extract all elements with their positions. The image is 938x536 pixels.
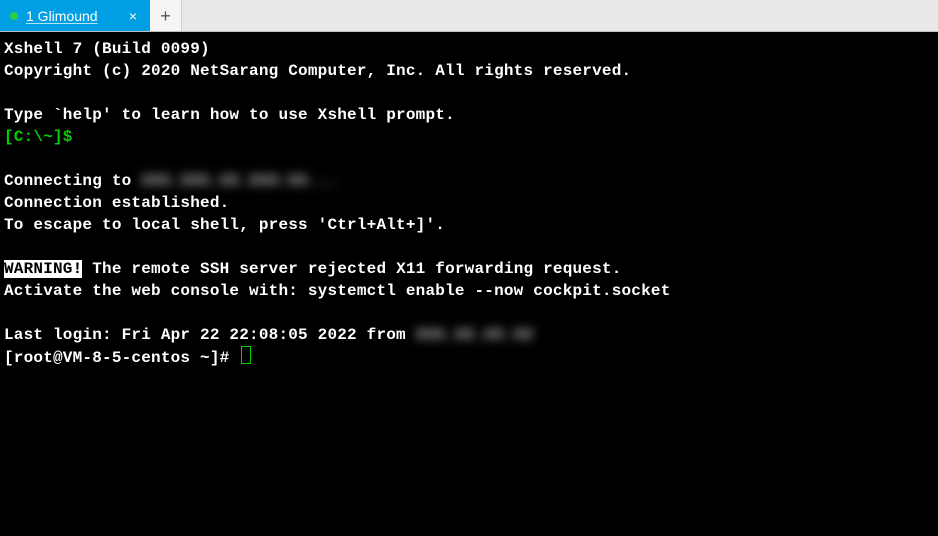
close-icon[interactable]: × (124, 7, 142, 25)
plus-icon: + (160, 7, 171, 25)
connecting-prefix: Connecting to (4, 172, 141, 190)
last-login-ip-redacted: XXX.XX.XX.XX (416, 326, 534, 344)
terminal-view[interactable]: Xshell 7 (Build 0099) Copyright (c) 2020… (0, 32, 938, 536)
tab-label: 1 Glimound (26, 8, 114, 24)
connection-status-dot (10, 12, 18, 20)
help-hint: Type `help' to learn how to use Xshell p… (4, 106, 455, 124)
warning-text: The remote SSH server rejected X11 forwa… (82, 260, 621, 278)
banner-line-1: Xshell 7 (Build 0099) (4, 40, 210, 58)
connecting-host-redacted: XXX.XXX.XX.XXX:XX... (141, 172, 337, 190)
new-tab-button[interactable]: + (150, 0, 182, 31)
local-prompt: [C:\~]$ (4, 128, 73, 146)
cursor (241, 346, 251, 364)
banner-line-2: Copyright (c) 2020 NetSarang Computer, I… (4, 62, 631, 80)
escape-hint: To escape to local shell, press 'Ctrl+Al… (4, 216, 445, 234)
remote-prompt: [root@VM-8-5-centos ~]# (4, 349, 239, 367)
tab-bar: 1 Glimound × + (0, 0, 938, 32)
connection-established: Connection established. (4, 194, 229, 212)
last-login-prefix: Last login: Fri Apr 22 22:08:05 2022 fro… (4, 326, 416, 344)
tab-session-1[interactable]: 1 Glimound × (0, 0, 150, 31)
activate-web-console: Activate the web console with: systemctl… (4, 282, 671, 300)
warning-label: WARNING! (4, 260, 82, 278)
